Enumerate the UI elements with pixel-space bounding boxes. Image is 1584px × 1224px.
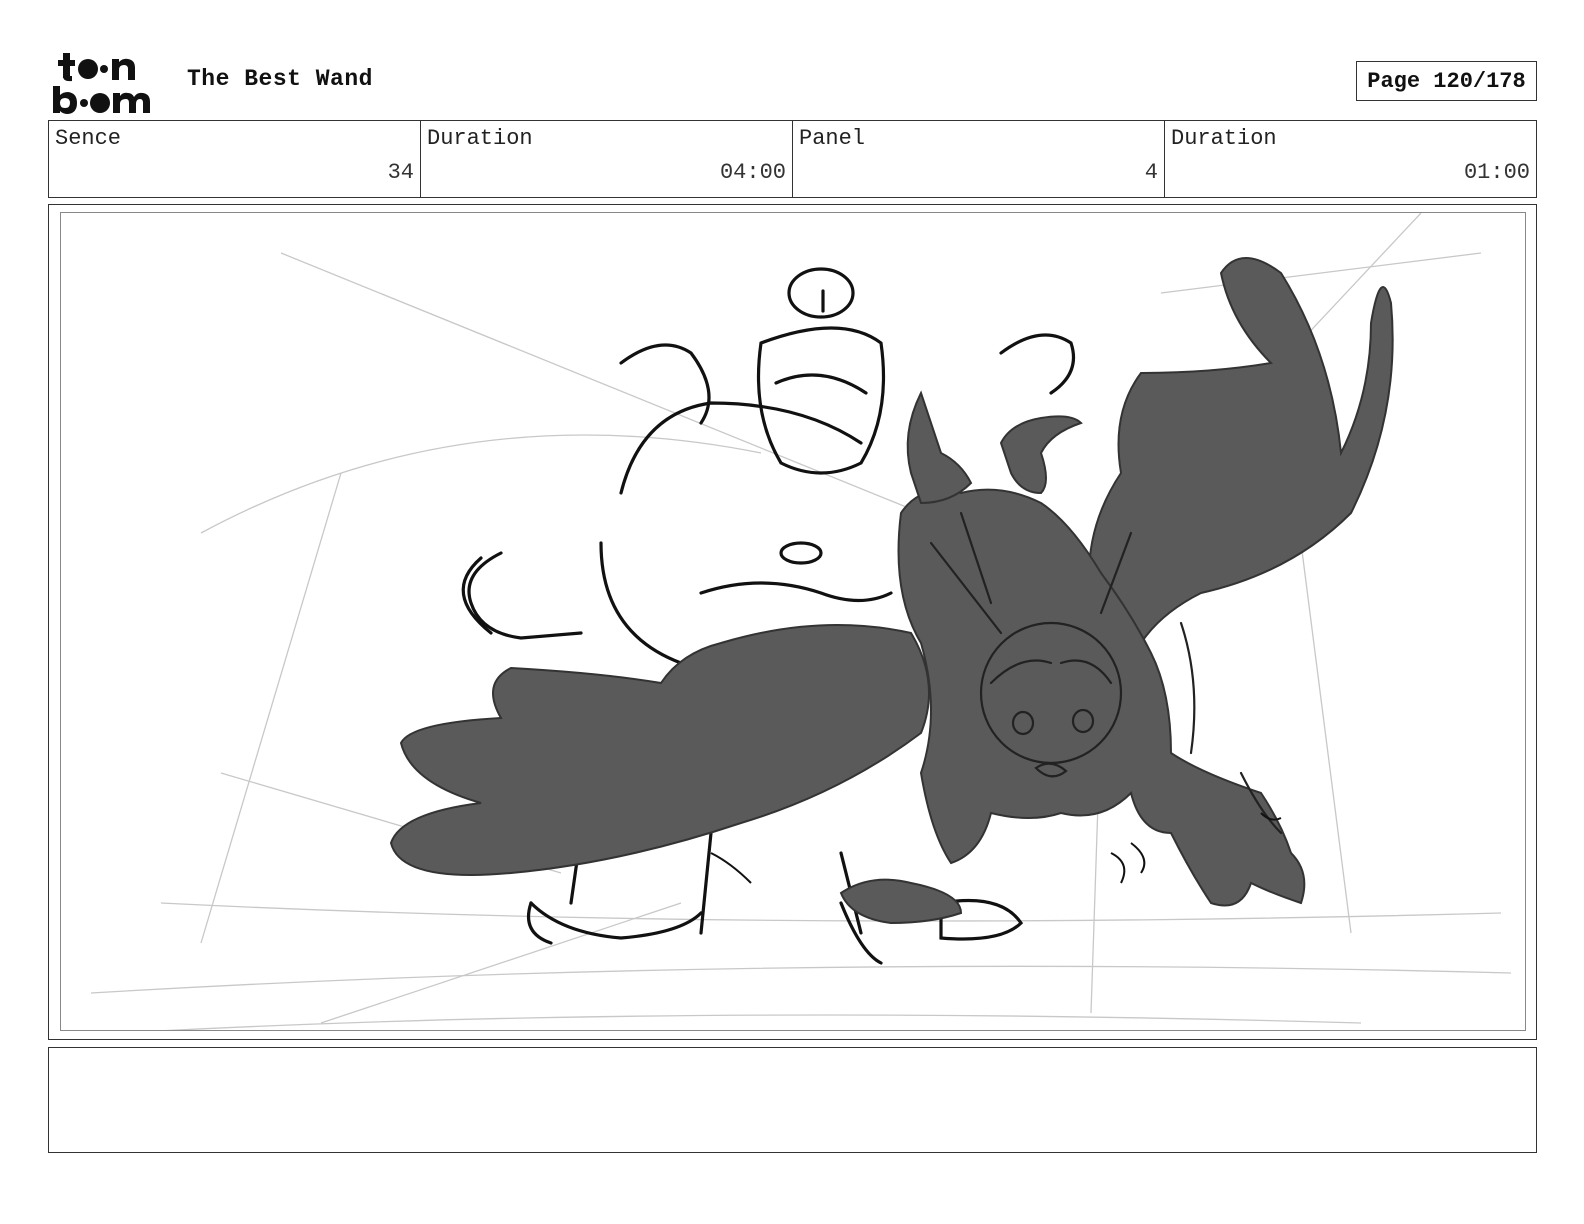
info-label: Panel [799, 126, 866, 151]
toon-boom-logo [48, 50, 168, 116]
project-title: The Best Wand [187, 66, 373, 92]
sketch-drawing [90, 213, 1512, 1030]
info-value: 04:00 [719, 160, 786, 185]
panel-info-row: Sence 34 Duration 04:00 Panel 4 Duration… [48, 120, 1537, 198]
info-cell-scene-duration: Duration 04:00 [421, 121, 793, 197]
page-indicator: Page 120/178 [1356, 61, 1537, 101]
info-value: 4 [1144, 160, 1158, 185]
info-label: Duration [427, 126, 533, 151]
panel-notes-box [48, 1047, 1537, 1153]
info-label: Sence [55, 126, 122, 151]
info-cell-panel-duration: Duration 01:00 [1165, 121, 1536, 197]
info-value: 34 [387, 160, 414, 185]
info-label: Duration [1171, 126, 1277, 151]
page-label: Page 120/178 [1367, 68, 1526, 94]
info-cell-scene: Sence 34 [49, 121, 421, 197]
info-cell-panel: Panel 4 [793, 121, 1165, 197]
info-value: 01:00 [1463, 160, 1530, 185]
storyboard-panel-frame [48, 204, 1537, 1040]
storyboard-panel-image [60, 212, 1526, 1031]
